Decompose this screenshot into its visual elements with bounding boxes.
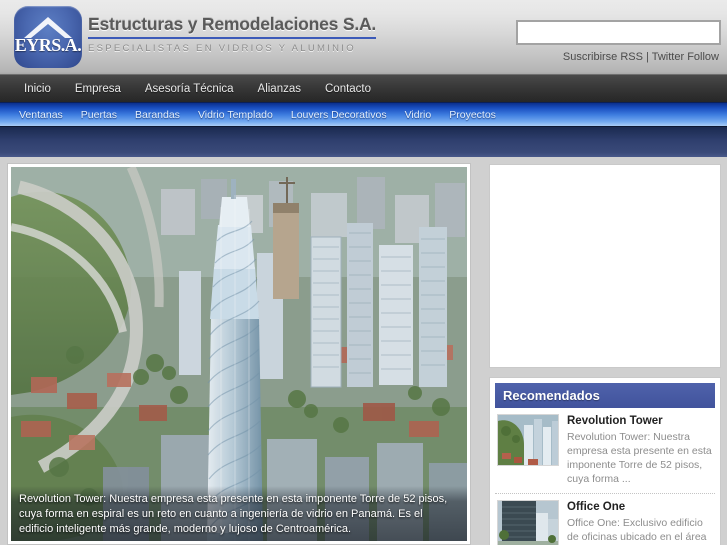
site-title: Estructuras y Remodelaciones S.A. (88, 14, 376, 39)
widget-title: Recomendados (495, 383, 715, 408)
brand-block: Estructuras y Remodelaciones S.A. Especi… (88, 14, 388, 54)
list-item[interactable]: Revolution Tower Revolution Tower: Nuest… (495, 408, 715, 494)
hero-caption: Revolution Tower: Nuestra empresa esta p… (11, 486, 467, 541)
hero-slider[interactable]: Revolution Tower: Nuestra empresa esta p… (11, 167, 467, 541)
header-band (0, 126, 727, 157)
nav-item-asesoria-tecnica[interactable]: Asesoría Técnica (133, 83, 246, 95)
secondary-navigation: Ventanas Puertas Barandas Vidrio Templad… (0, 102, 727, 126)
main-column: Revolution Tower: Nuestra empresa esta p… (8, 164, 470, 544)
thumb-image-icon (498, 501, 558, 545)
list-item[interactable]: Office One Office One: Exclusivo edifici… (495, 494, 715, 545)
twitter-link[interactable]: Twitter Follow (652, 51, 719, 63)
nav-item-alianzas[interactable]: Alianzas (246, 83, 313, 95)
search-form[interactable] (516, 20, 721, 45)
list-item-description: Revolution Tower: Nuestra empresa esta p… (567, 431, 712, 485)
subnav-item-vidrio[interactable]: Vidrio (396, 109, 441, 121)
subnav-item-vidrio-templado[interactable]: Vidrio Templado (189, 109, 282, 121)
search-input[interactable] (516, 20, 721, 45)
subnav-item-barandas[interactable]: Barandas (126, 109, 189, 121)
hero-image (11, 167, 467, 541)
site-tagline: Especialistas en Vidrios y Aluminio (88, 43, 356, 54)
subnav-item-ventanas[interactable]: Ventanas (10, 109, 72, 121)
page-content: Revolution Tower: Nuestra empresa esta p… (0, 157, 727, 545)
list-item-description: Office One: Exclusivo edificio de oficin… (567, 517, 707, 543)
list-item-title[interactable]: Revolution Tower (567, 414, 713, 428)
site-logo[interactable]: EYRS.A. (14, 6, 82, 68)
social-separator: | (646, 51, 649, 63)
primary-navigation: Inicio Empresa Asesoría Técnica Alianzas… (0, 74, 727, 102)
nav-item-inicio[interactable]: Inicio (12, 83, 63, 95)
logo-text: EYRS.A. (14, 35, 82, 55)
ad-placeholder[interactable] (489, 164, 721, 368)
subnav-item-louvers-decorativos[interactable]: Louvers Decorativos (282, 109, 396, 121)
list-item-title[interactable]: Office One (567, 500, 713, 514)
nav-item-empresa[interactable]: Empresa (63, 83, 133, 95)
thumb-image-icon (498, 415, 558, 465)
recommended-widget: Recomendados Revolution Tower Revolution… (489, 377, 721, 545)
list-item-body: Revolution Tower Revolution Tower: Nuest… (567, 414, 713, 486)
subnav-item-proyectos[interactable]: Proyectos (440, 109, 505, 121)
list-item-body: Office One Office One: Exclusivo edifici… (567, 500, 713, 545)
site-header: EYRS.A. Estructuras y Remodelaciones S.A… (0, 0, 727, 74)
rss-link[interactable]: Suscribirse RSS (563, 51, 643, 63)
thumbnail-revolution-tower[interactable] (497, 414, 559, 466)
social-links: Suscribirse RSS | Twitter Follow (563, 51, 719, 63)
thumbnail-office-one[interactable] (497, 500, 559, 545)
nav-item-contacto[interactable]: Contacto (313, 83, 383, 95)
sidebar: Recomendados Revolution Tower Revolution… (489, 164, 721, 545)
subnav-item-puertas[interactable]: Puertas (72, 109, 126, 121)
